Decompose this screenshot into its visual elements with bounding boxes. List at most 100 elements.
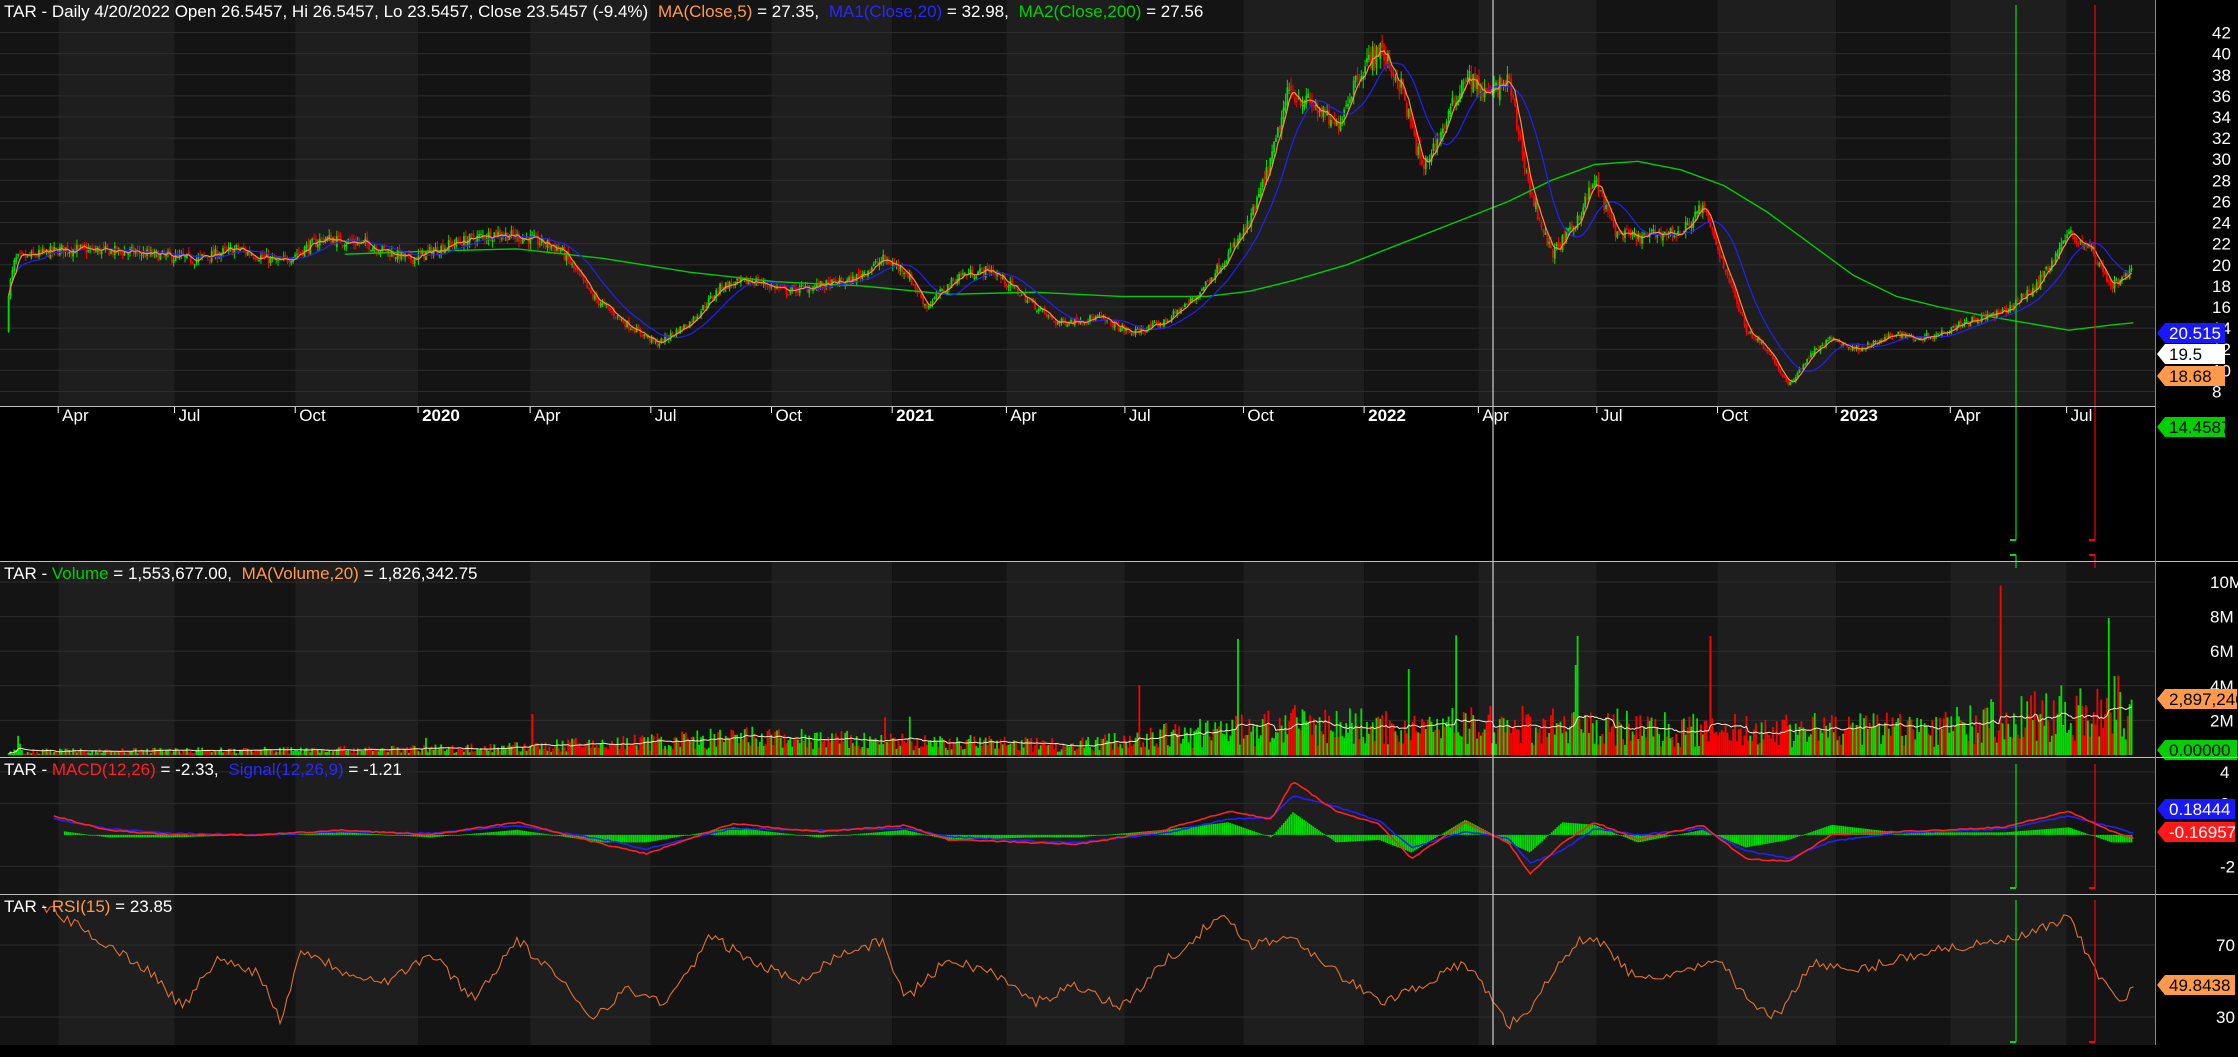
volume-bar (1517, 729, 1520, 755)
volume-bar (755, 738, 758, 755)
candle-body (1815, 349, 1818, 351)
volume-bar (548, 746, 551, 755)
candle-body (1284, 101, 1287, 111)
candle-body (975, 276, 978, 279)
volume-bar (1745, 716, 1748, 755)
volume-bar (1736, 741, 1738, 755)
macd-histogram-bar (357, 833, 360, 835)
stock-chart-canvas[interactable]: 81012141618202224262830323436384042 20.5… (0, 0, 2238, 1057)
pane-band (1950, 895, 2067, 1045)
macd-histogram-bar (1225, 822, 1228, 835)
volume-bar (897, 738, 900, 755)
volume-bar (1959, 719, 1962, 755)
ma5-legend-label: MA(Close,5) (658, 2, 752, 21)
volume-bar (812, 749, 814, 755)
candle-body (277, 260, 279, 262)
candle-body (876, 262, 879, 265)
volume-bar (60, 749, 63, 755)
candle-body (1599, 190, 1602, 192)
volume-bar (282, 747, 285, 755)
volume-bar (2104, 714, 2106, 755)
volume-bar (846, 730, 849, 755)
candle-body (297, 252, 300, 254)
macd-histogram-bar (143, 834, 145, 838)
macd-histogram-bar (1620, 834, 1623, 836)
volume-bar (347, 750, 350, 755)
macd-histogram-bar (1543, 834, 1546, 840)
volume-bar (1897, 718, 1900, 755)
volume-bar (417, 751, 420, 755)
candle-body (1261, 179, 1264, 187)
macd-histogram-bar (640, 834, 642, 843)
candle-body (1980, 315, 1983, 322)
macd-histogram-bar (1705, 831, 1708, 835)
candle-body (1312, 104, 1315, 108)
volume-bar (1544, 719, 1547, 755)
volume-bar (1540, 743, 1543, 755)
volume-bar (2088, 736, 2091, 755)
macd-histogram-bar (856, 834, 858, 835)
macd-histogram-bar (520, 830, 522, 835)
macd-histogram-bar (1408, 834, 1411, 852)
volume-bar (1978, 722, 1981, 755)
signal-legend-label: Signal(12,26,9) (228, 760, 343, 779)
candle-body (49, 246, 52, 259)
macd-histogram-bar (2121, 834, 2124, 843)
macd-histogram-bar (540, 833, 543, 835)
macd-histogram-bar (1395, 834, 1398, 847)
volume-bar (1965, 734, 1968, 755)
macd-histogram-bar (686, 834, 688, 836)
macd-histogram-bar (789, 834, 792, 835)
volume-bar (2109, 712, 2112, 755)
volume-bar (726, 737, 729, 755)
macd-histogram-bar (1332, 834, 1335, 841)
candle-body (1713, 230, 1716, 239)
macd-histogram-bar (2112, 834, 2114, 843)
volume-bar (339, 746, 342, 755)
ma200-price-tag-label: 14.4587 (2169, 418, 2230, 437)
candle-body (419, 252, 422, 254)
macd-histogram-bar (1428, 834, 1431, 842)
candle-body (1333, 120, 1336, 125)
volume-bar (1326, 743, 1329, 755)
candle-body (1421, 159, 1423, 165)
volume-bar (1893, 726, 1896, 755)
macd-histogram-bar (1122, 833, 1124, 835)
volume-legend-value: = 1,553,677.00, (113, 564, 232, 583)
volume-bar (1536, 732, 1539, 755)
volume-bar (1749, 735, 1752, 755)
macd-histogram-bar (793, 834, 796, 836)
volume-bar (629, 745, 632, 755)
volume-bar (2045, 693, 2048, 755)
volume-bar (7, 753, 10, 755)
volume-bar (1705, 720, 1708, 755)
volume-bar (1485, 722, 1488, 755)
volume-bar (569, 742, 572, 755)
macd-histogram-bar (1962, 832, 1965, 835)
candle-body (260, 255, 262, 260)
candle-body (2090, 247, 2093, 250)
volume-bar (2085, 705, 2087, 755)
volume-bar (1153, 746, 1156, 755)
macd-histogram-bar (1231, 823, 1233, 835)
date-tick-label: Jul (1601, 406, 1623, 425)
volume-bar (41, 749, 44, 755)
macd-value-tag-label: -0.16957 (2169, 823, 2236, 842)
volume-bar (882, 744, 885, 755)
volume-bar (1918, 732, 1920, 755)
macd-histogram-bar (1831, 824, 1834, 835)
macd-histogram-bar (93, 834, 96, 836)
macd-histogram-bar (743, 828, 746, 835)
volume-bar (2077, 705, 2080, 755)
candle-body (1449, 106, 1452, 114)
volume-bar (920, 746, 923, 755)
macd-histogram-bar (1973, 832, 1976, 835)
price-tags: 20.51519.518.6814.4587 (2157, 323, 2230, 437)
volume-bar (1367, 733, 1370, 755)
ma20-price-tag: 20.515 (2157, 323, 2225, 343)
volume-bar (2005, 712, 2008, 755)
volume-bar (337, 747, 340, 755)
macd-histogram-bar (106, 834, 108, 838)
volume-bar (1003, 736, 1006, 755)
candle-body (335, 236, 338, 248)
